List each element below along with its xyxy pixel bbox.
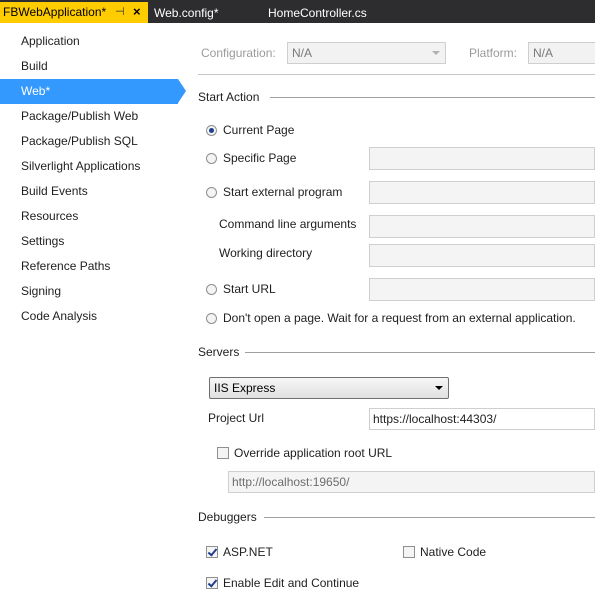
sidebar-item-settings[interactable]: Settings: [0, 229, 178, 254]
command-line-label: Command line arguments: [219, 217, 357, 231]
platform-value: N/A: [533, 46, 554, 60]
sidebar-item-label: Web*: [21, 84, 51, 98]
specific-page-label: Specific Page: [223, 151, 297, 165]
sidebar-item-label: Signing: [21, 284, 62, 298]
current-page-radio[interactable]: [206, 125, 217, 136]
project-url-field[interactable]: https://localhost:44303/: [369, 408, 595, 430]
aspnet-debugger-label: ASP.NET: [223, 545, 273, 559]
specific-page-field: [369, 147, 595, 170]
dont-open-page-radio[interactable]: [206, 313, 217, 324]
tab-fbwebapplication[interactable]: FBWebApplication* ⊣ ×: [0, 2, 148, 23]
sidebar-item-build[interactable]: Build: [0, 54, 178, 79]
working-directory-field: [369, 244, 595, 267]
close-icon[interactable]: ×: [133, 2, 141, 22]
sidebar-item-package-publish-sql[interactable]: Package/Publish SQL: [0, 129, 178, 154]
server-value: IIS Express: [214, 381, 276, 395]
divider: [198, 74, 595, 75]
properties-sidebar: Application Build Web* Package/Publish W…: [0, 23, 190, 594]
section-divider: [264, 517, 595, 518]
sidebar-item-label: Silverlight Applications: [21, 159, 141, 173]
sidebar-item-label: Code Analysis: [21, 309, 98, 323]
start-url-field: [369, 278, 595, 301]
sidebar-item-reference-paths[interactable]: Reference Paths: [0, 254, 178, 279]
start-url-label: Start URL: [223, 282, 276, 296]
platform-dropdown: N/A: [528, 42, 595, 64]
tab-label: HomeController.cs: [268, 6, 367, 20]
override-url-field: http://localhost:19650/: [228, 471, 595, 493]
native-code-label: Native Code: [420, 545, 487, 559]
debuggers-heading: Debuggers: [198, 510, 257, 524]
command-line-field: [369, 215, 595, 238]
edit-and-continue-checkbox[interactable]: [206, 577, 218, 589]
section-divider: [245, 352, 595, 353]
override-url-value: http://localhost:19650/: [232, 475, 350, 489]
servers-heading: Servers: [198, 345, 240, 359]
start-external-program-radio[interactable]: [206, 187, 217, 198]
start-external-program-label: Start external program: [223, 185, 343, 199]
sidebar-item-label: Reference Paths: [21, 259, 111, 273]
selection-arrow: [178, 79, 186, 103]
aspnet-debugger-checkbox[interactable]: [206, 546, 218, 558]
override-root-url-checkbox[interactable]: [217, 447, 229, 459]
project-url-label: Project Url: [208, 411, 265, 425]
chevron-down-icon: [432, 51, 440, 55]
sidebar-item-signing[interactable]: Signing: [0, 279, 178, 304]
pin-icon[interactable]: ⊣: [115, 2, 125, 22]
sidebar-item-label: Build Events: [21, 184, 88, 198]
document-tab-strip: FBWebApplication* ⊣ × Web.config* HomeCo…: [0, 0, 595, 23]
sidebar-item-code-analysis[interactable]: Code Analysis: [0, 304, 178, 329]
sidebar-item-label: Package/Publish SQL: [21, 134, 138, 148]
external-program-field: [369, 181, 595, 204]
sidebar-item-application[interactable]: Application: [0, 29, 178, 54]
sidebar-item-label: Resources: [21, 209, 79, 223]
tab-homecontroller[interactable]: HomeController.cs: [268, 3, 367, 23]
platform-label: Platform:: [469, 46, 518, 60]
sidebar-item-resources[interactable]: Resources: [0, 204, 178, 229]
override-root-url-label: Override application root URL: [234, 446, 393, 460]
tab-label: Web.config*: [154, 6, 219, 20]
sidebar-item-label: Application: [21, 34, 80, 48]
sidebar-item-label: Build: [21, 59, 48, 73]
configuration-value: N/A: [292, 46, 313, 60]
current-page-label: Current Page: [223, 123, 295, 137]
section-divider: [270, 97, 595, 98]
server-dropdown[interactable]: IIS Express: [209, 377, 449, 399]
tab-label: FBWebApplication*: [3, 5, 107, 19]
sidebar-item-silverlight-applications[interactable]: Silverlight Applications: [0, 154, 178, 179]
sidebar-item-package-publish-web[interactable]: Package/Publish Web: [0, 104, 178, 129]
sidebar-item-web[interactable]: Web*: [0, 79, 186, 104]
configuration-dropdown: N/A: [287, 42, 446, 64]
chevron-down-icon: [435, 386, 443, 390]
start-action-heading: Start Action: [198, 90, 260, 104]
configuration-label: Configuration:: [201, 46, 276, 60]
sidebar-item-label: Settings: [21, 234, 65, 248]
dont-open-page-label: Don't open a page. Wait for a request fr…: [223, 311, 576, 325]
sidebar-item-build-events[interactable]: Build Events: [0, 179, 178, 204]
start-url-radio[interactable]: [206, 284, 217, 295]
project-url-value: https://localhost:44303/: [373, 412, 497, 426]
edit-and-continue-label: Enable Edit and Continue: [223, 576, 360, 590]
working-directory-label: Working directory: [219, 246, 313, 260]
tab-web-config[interactable]: Web.config*: [154, 3, 218, 23]
sidebar-item-label: Package/Publish Web: [21, 109, 139, 123]
specific-page-radio[interactable]: [206, 153, 217, 164]
native-code-checkbox[interactable]: [403, 546, 415, 558]
web-properties-panel: Configuration: N/A Platform: N/A Start A…: [190, 23, 595, 594]
